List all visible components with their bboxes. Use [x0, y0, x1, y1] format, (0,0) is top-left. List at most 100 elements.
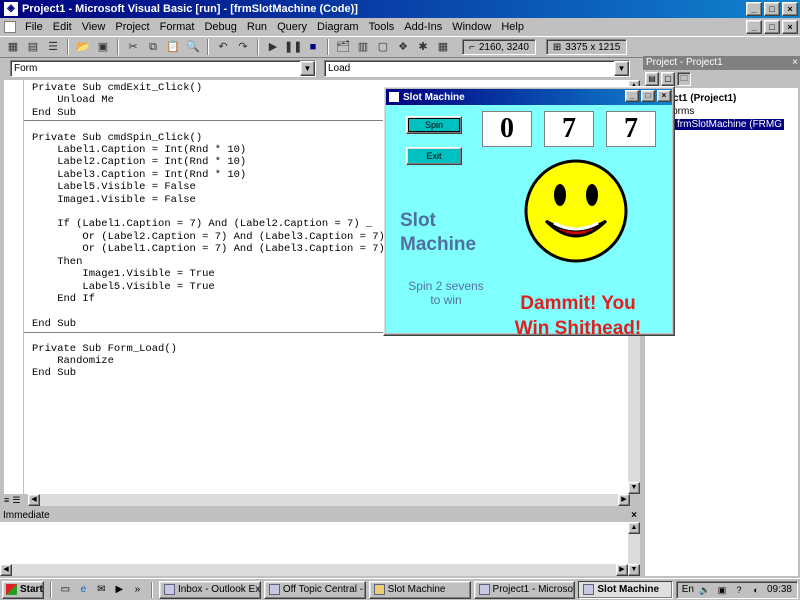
project-explorer-icon[interactable]: 🗂 [334, 38, 352, 56]
code-line[interactable]: Or (Label1.Caption = 7) And (Label3.Capt… [32, 243, 397, 255]
object-combo[interactable]: Form ▼ [10, 60, 316, 77]
main-title-bar[interactable]: ◈ Project1 - Microsoft Visual Basic [run… [0, 0, 800, 18]
task-button-off-topic[interactable]: Off Topic Central - Vie... [263, 580, 366, 599]
spin-button[interactable]: Spin [406, 116, 462, 134]
task-button-inbox[interactable]: Inbox - Outlook Expre... [158, 580, 261, 599]
menu-format[interactable]: Format [155, 21, 200, 33]
menu-window[interactable]: Window [447, 21, 496, 33]
immediate-vertical-scrollbar[interactable]: ▲ ▼ [628, 522, 640, 576]
maximize-button[interactable]: □ [764, 2, 780, 16]
view-object-icon[interactable]: ▢ [661, 72, 675, 86]
view-toggle-buttons[interactable]: ≡ ☰ [4, 494, 28, 506]
add-form-icon[interactable]: ▤ [24, 38, 42, 56]
add-project-icon[interactable]: ▦ [4, 38, 22, 56]
code-line[interactable]: End If [32, 293, 397, 305]
close-button[interactable]: × [782, 2, 798, 16]
find-icon[interactable]: 🔍 [184, 38, 202, 56]
close-button[interactable]: × [657, 90, 671, 102]
menu-view[interactable]: View [77, 21, 111, 33]
code-window-icon[interactable] [4, 21, 16, 33]
code-text[interactable]: Private Sub cmdExit_Click() Unload Me End… [32, 82, 397, 380]
task-button-slot-machine-folder[interactable]: Slot Machine [368, 580, 471, 599]
cut-icon[interactable]: ✂ [124, 38, 142, 56]
menu-add-ins[interactable]: Add-Ins [399, 21, 447, 33]
media-player-icon[interactable]: ▶ [112, 582, 127, 598]
close-icon[interactable]: × [631, 510, 637, 522]
scroll-down-icon[interactable]: ▼ [628, 564, 640, 576]
code-margin[interactable] [4, 80, 24, 494]
code-line[interactable]: Private Sub cmdSpin_Click() [32, 132, 397, 144]
quick-launch-more[interactable]: » [130, 582, 145, 598]
view-code-icon[interactable]: ▤ [645, 72, 659, 86]
scroll-right-icon[interactable]: ▶ [618, 494, 630, 506]
undo-icon[interactable]: ↶ [214, 38, 232, 56]
mdi-minimize-button[interactable]: _ [746, 20, 762, 34]
procedure-combo[interactable]: Load ▼ [324, 60, 630, 77]
procedure-view-icon[interactable]: ≡ [4, 495, 9, 505]
code-line[interactable]: Image1.Visible = False [32, 194, 397, 206]
break-icon[interactable]: ❚❚ [284, 38, 302, 56]
maximize-button[interactable]: □ [641, 90, 655, 102]
menu-diagram[interactable]: Diagram [312, 21, 364, 33]
scroll-left-icon[interactable]: ◀ [0, 564, 12, 576]
code-line[interactable]: Label5.Visible = False [32, 181, 397, 193]
close-icon[interactable]: × [792, 56, 798, 70]
copy-icon[interactable]: ⧉ [144, 38, 162, 56]
code-line[interactable]: Private Sub cmdExit_Click() [32, 82, 397, 94]
paste-icon[interactable]: 📋 [164, 38, 182, 56]
immediate-horizontal-scrollbar[interactable]: ◀ ▶ [0, 564, 628, 576]
network-icon[interactable]: ▣ [716, 584, 728, 596]
save-project-icon[interactable]: ▣ [94, 38, 112, 56]
minimize-button[interactable]: _ [746, 2, 762, 16]
internet-explorer-icon[interactable]: e [76, 582, 91, 598]
data-view-icon[interactable]: ▦ [434, 38, 452, 56]
code-line[interactable]: Label2.Caption = Int(Rnd * 10) [32, 156, 397, 168]
mdi-restore-button[interactable]: □ [764, 20, 780, 34]
task-button-visual-basic[interactable]: Project1 - Microsoft Vi... [473, 580, 576, 599]
end-icon[interactable]: ■ [304, 38, 322, 56]
toolbox-icon[interactable]: ✱ [414, 38, 432, 56]
minimize-button[interactable]: _ [625, 90, 639, 102]
code-line[interactable] [32, 305, 397, 317]
chevron-down-icon[interactable]: ▼ [300, 61, 315, 76]
code-line[interactable]: Label5.Visible = True [32, 281, 397, 293]
code-line[interactable]: Label3.Caption = Int(Rnd * 10) [32, 169, 397, 181]
code-line[interactable]: Label1.Caption = Int(Rnd * 10) [32, 144, 397, 156]
immediate-window-title[interactable]: Immediate × [0, 510, 640, 522]
clock[interactable]: 09:38 [767, 584, 792, 595]
code-line[interactable] [32, 330, 397, 342]
menu-edit[interactable]: Edit [48, 21, 77, 33]
code-line[interactable]: End Sub [32, 107, 397, 119]
immediate-window[interactable]: Immediate × ▲ ▼ ◀ ▶ [0, 510, 640, 576]
language-indicator[interactable]: En [682, 584, 694, 595]
show-desktop-icon[interactable]: ▭ [58, 582, 73, 598]
menu-help[interactable]: Help [496, 21, 529, 33]
object-browser-icon[interactable]: ❖ [394, 38, 412, 56]
menu-debug[interactable]: Debug [199, 21, 241, 33]
menu-query[interactable]: Query [272, 21, 312, 33]
code-line[interactable]: Then [32, 256, 397, 268]
exit-button[interactable]: Exit [406, 147, 462, 165]
code-line[interactable]: If (Label1.Caption = 7) And (Label2.Capt… [32, 218, 397, 230]
chevron-down-icon[interactable]: ▼ [614, 61, 629, 76]
project-explorer-title[interactable]: Project - Project1 × [643, 56, 800, 70]
menu-file[interactable]: File [20, 21, 48, 33]
code-line[interactable]: Randomize [32, 355, 397, 367]
redo-icon[interactable]: ↷ [234, 38, 252, 56]
menu-editor-icon[interactable]: ☰ [44, 38, 62, 56]
slot-machine-title-bar[interactable]: Slot Machine _ □ × [386, 89, 672, 105]
code-line[interactable]: Private Sub Form_Load() [32, 343, 397, 355]
code-line[interactable] [32, 119, 397, 131]
toggle-folders-icon[interactable]: 🗀 [677, 72, 691, 86]
messenger-icon[interactable]: ◐ [750, 584, 762, 596]
scroll-down-icon[interactable]: ▼ [628, 482, 640, 494]
code-line[interactable]: End Sub [32, 318, 397, 330]
form-layout-icon[interactable]: ▢ [374, 38, 392, 56]
code-line[interactable]: Unload Me [32, 94, 397, 106]
scroll-right-icon[interactable]: ▶ [616, 564, 628, 576]
open-project-icon[interactable]: 📂 [74, 38, 92, 56]
scroll-up-icon[interactable]: ▲ [628, 522, 640, 534]
scroll-left-icon[interactable]: ◀ [28, 494, 40, 506]
menu-run[interactable]: Run [242, 21, 272, 33]
code-line[interactable]: Or (Label2.Caption = 7) And (Label3.Capt… [32, 231, 397, 243]
